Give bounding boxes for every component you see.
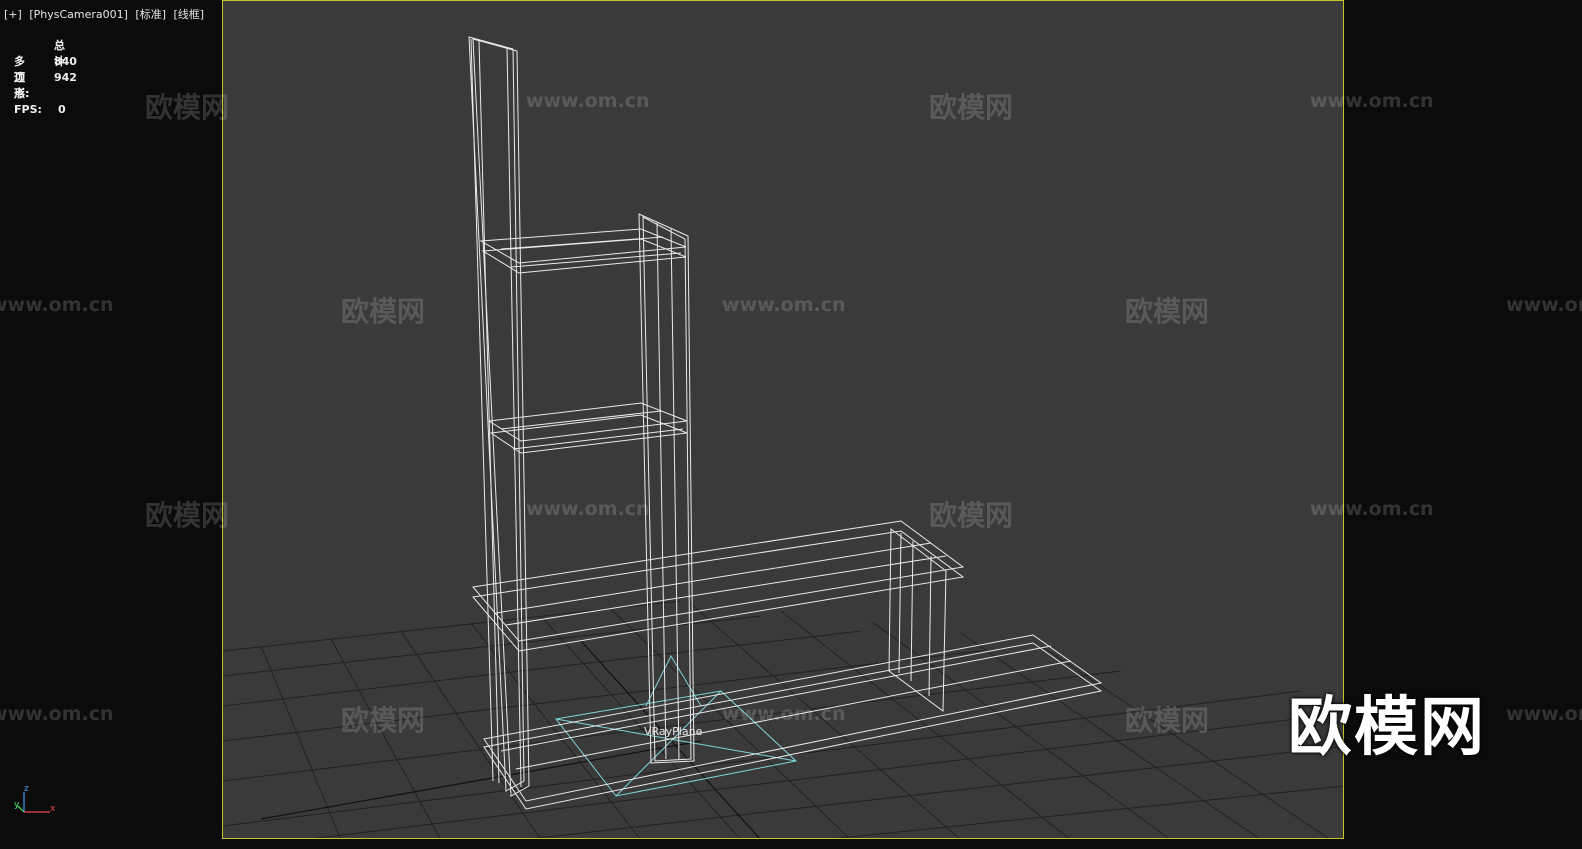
watermark-url: www.om.cn: [0, 703, 114, 725]
fps-value: 0: [58, 103, 66, 116]
viewport-menu-button[interactable]: [+]: [4, 8, 22, 21]
vertices-label: 顶点:: [14, 71, 30, 100]
axis-y-label: y: [14, 800, 20, 810]
axis-x-label: x: [50, 804, 56, 814]
world-axes: [260, 640, 760, 838]
fps-label: FPS:: [14, 103, 42, 116]
site-logo: 欧模网: [1288, 691, 1486, 765]
ground-grid: [223, 600, 1343, 838]
shading-standard-button[interactable]: [标准]: [135, 8, 166, 21]
camera-select-button[interactable]: [PhysCamera001]: [29, 8, 128, 21]
camera-viewport[interactable]: VRayPlane: [222, 0, 1344, 839]
viewport-header: [+] [PhysCamera001] [标准] [线框]: [4, 6, 208, 22]
shelf-wireframe[interactable]: [468, 36, 1103, 810]
watermark-text: 欧模网: [145, 91, 230, 124]
watermark-text: 欧模网: [145, 499, 230, 532]
shading-mode-button[interactable]: [线框]: [174, 8, 205, 21]
watermark-url: www.om.cn: [0, 294, 114, 316]
vray-plane-label: VRayPlane: [644, 725, 703, 738]
vertices-value: 942: [54, 71, 77, 84]
polygons-value: 840: [54, 55, 77, 68]
wireframe-scene[interactable]: VRayPlane: [223, 1, 1344, 839]
axis-gizmo-icon: z x y: [14, 784, 58, 818]
axis-z-label: z: [24, 784, 29, 794]
watermark-url: www.om.cn: [1506, 703, 1582, 725]
watermark-url: www.om.cn: [1506, 294, 1582, 316]
